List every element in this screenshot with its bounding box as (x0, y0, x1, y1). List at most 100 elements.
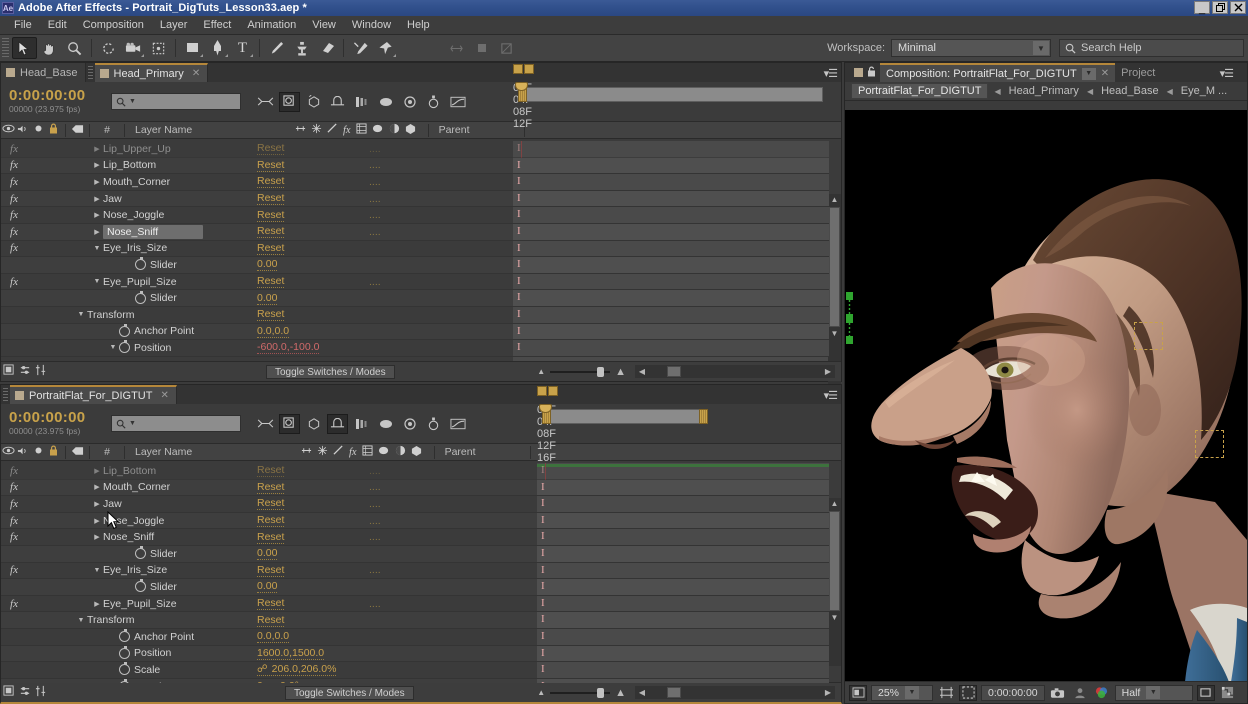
tab-head-primary[interactable]: Head_Primary ✕ (94, 63, 209, 82)
property-value[interactable]: Reset (257, 531, 285, 544)
timeline-row[interactable]: Anchor Point 0.0,0.0 I (1, 323, 829, 341)
solo-icon[interactable] (31, 446, 46, 458)
panel-menu-icon[interactable]: ▾☰ (824, 389, 838, 402)
layer-property-name[interactable]: Rotation (134, 681, 173, 683)
always-preview-icon[interactable] (849, 684, 867, 701)
puppet-tool-expand-corner-icon[interactable] (393, 54, 396, 57)
workspace-select[interactable]: Minimal ▼ (891, 39, 1051, 57)
camera-tool-expand-corner-icon[interactable] (141, 54, 144, 57)
toolbar-grip-icon[interactable] (2, 38, 9, 58)
hide-shy-layers-icon[interactable] (303, 92, 324, 112)
column-header-index[interactable]: # (94, 446, 120, 458)
effects-switch-icon[interactable]: fx (343, 125, 351, 136)
expression-marker-icon[interactable]: I (541, 481, 545, 493)
layer-property-name[interactable]: Slider (150, 292, 177, 304)
track-segment[interactable] (537, 628, 829, 645)
expression-marker-icon[interactable]: I (541, 497, 545, 509)
close-button[interactable] (1230, 1, 1246, 14)
viewer-lock-icon[interactable] (867, 66, 876, 80)
composition-stage[interactable] (845, 110, 1247, 682)
breadcrumb-item-eye[interactable]: Eye_M ... (1179, 84, 1229, 98)
track-segment[interactable] (537, 595, 829, 612)
chevron-down-icon[interactable]: ▼ (1146, 686, 1161, 699)
track-segment[interactable] (513, 207, 829, 223)
layer-property-name[interactable]: Eye_Iris_Size (103, 564, 167, 576)
track-segment[interactable] (513, 141, 829, 157)
scroll-left-icon[interactable]: ◀ (635, 367, 649, 376)
stopwatch-icon[interactable] (135, 546, 146, 560)
selection-tool-icon[interactable] (12, 37, 37, 59)
track-segment[interactable] (513, 290, 829, 306)
comp-marker-icons[interactable] (513, 64, 537, 75)
timeline-row[interactable]: fx ▶ Mouth_Corner Reset.... I (1, 479, 829, 497)
work-area-bar[interactable] (545, 409, 700, 424)
twirl-open-icon[interactable]: ▼ (91, 278, 103, 285)
stopwatch-icon[interactable] (119, 340, 130, 354)
solo-icon[interactable] (31, 124, 46, 136)
expression-marker-icon[interactable]: I (541, 514, 545, 526)
property-value[interactable]: Reset (257, 564, 285, 577)
layer-property-name[interactable]: Jaw (103, 498, 122, 510)
track-segment[interactable] (537, 662, 829, 678)
expression-marker-icon[interactable]: I (541, 597, 545, 609)
tab-project[interactable]: Project (1115, 63, 1161, 82)
chevron-down-icon[interactable]: ▼ (1033, 41, 1049, 55)
graph-editor-toggle-icon[interactable] (33, 685, 49, 700)
toggle-switches-modes-button[interactable]: Toggle Switches / Modes (285, 685, 414, 700)
menu-composition[interactable]: Composition (75, 16, 152, 35)
graph-editor-icon[interactable] (399, 92, 420, 112)
timeline-row[interactable]: fx ▶ Nose_Joggle Reset.... I (1, 207, 829, 224)
twirl-closed-icon[interactable]: ▶ (91, 145, 103, 153)
breadcrumb-item-current[interactable]: PortraitFlat_For_DIGTUT (851, 83, 989, 99)
close-icon[interactable]: ✕ (192, 68, 200, 79)
property-value[interactable]: 0.0,0.0 (257, 325, 290, 338)
timeline-row[interactable]: Slider 0.00 I (1, 257, 829, 274)
stopwatch-icon[interactable] (135, 579, 146, 593)
brainstorm-icon[interactable] (375, 92, 396, 112)
timeline-row[interactable]: Scale ☍ 206.0,206.0% I (1, 662, 829, 679)
effect-fx-icon[interactable]: fx (1, 193, 27, 205)
zoom-slider-knob[interactable] (597, 687, 605, 698)
timeline-row[interactable]: Slider 0.00 I (1, 290, 829, 307)
stopwatch-icon[interactable] (119, 645, 130, 659)
auto-keyframe-icon[interactable] (423, 92, 444, 112)
hand-tool-icon[interactable] (37, 37, 62, 59)
expression-marker-icon[interactable]: I (517, 258, 521, 270)
eraser-tool-icon[interactable] (314, 37, 339, 59)
timeline-row[interactable]: ▼ Position -600.0,-100.0 I (1, 340, 829, 357)
twirl-open-icon[interactable]: ▼ (107, 344, 119, 351)
three-d-switch-icon[interactable] (405, 123, 416, 138)
twirl-open-icon[interactable]: ▼ (91, 245, 103, 252)
property-value[interactable]: 0 x +0.0° (257, 680, 299, 683)
effect-fx-icon[interactable]: fx (1, 564, 27, 576)
property-value[interactable]: Reset (257, 514, 285, 528)
effect-fx-icon[interactable]: fx (1, 242, 27, 254)
layer-property-name[interactable]: Scale (134, 664, 160, 676)
twirl-closed-icon[interactable]: ▶ (91, 467, 103, 475)
roto-brush-tool-icon[interactable] (348, 37, 373, 59)
motion-blur-switch-icon[interactable] (378, 445, 390, 459)
timeline-row[interactable]: Slider 0.00 I (1, 579, 829, 596)
vscroll-thumb[interactable] (829, 511, 840, 611)
expression-marker-icon[interactable]: I (517, 291, 521, 303)
lock-icon[interactable] (46, 123, 61, 137)
chevron-down-icon[interactable]: ▼ (905, 686, 920, 699)
zoom-tool-icon[interactable] (62, 37, 87, 59)
track-segment[interactable] (513, 257, 829, 273)
property-value[interactable]: Reset (257, 209, 285, 222)
property-value[interactable]: Reset (257, 597, 285, 611)
breadcrumb-item-head-base[interactable]: Head_Base (1099, 84, 1161, 98)
property-value[interactable]: Reset (257, 497, 285, 511)
current-time-indicator[interactable] (539, 404, 552, 417)
property-value[interactable]: -600.0,-100.0 (257, 341, 320, 355)
maximize-button[interactable] (1212, 1, 1228, 14)
expression-marker-icon[interactable]: I (517, 142, 521, 154)
column-header-index[interactable]: # (94, 124, 120, 136)
timeline-row[interactable]: ▼ Transform Reset I (1, 306, 829, 324)
panel-menu-icon[interactable]: ▾☰ (1220, 67, 1234, 80)
frame-blend-switch-icon[interactable] (362, 445, 373, 459)
current-time-indicator[interactable] (515, 82, 528, 95)
track-segment[interactable] (537, 579, 829, 595)
layer-property-name[interactable]: Position (134, 342, 171, 354)
track-segment[interactable] (537, 562, 829, 579)
